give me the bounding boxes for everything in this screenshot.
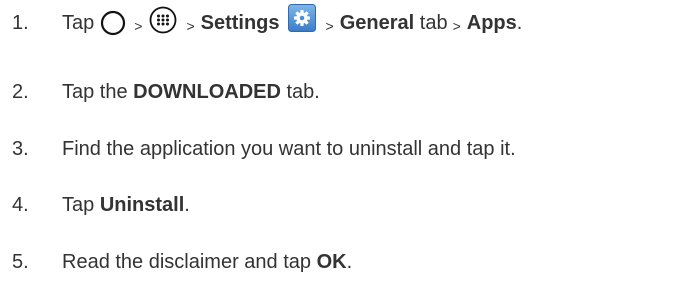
separator: > [186, 18, 195, 34]
period: . [516, 12, 523, 34]
settings-gear-icon [287, 4, 316, 32]
downloaded-tab-label: DOWNLOADED [133, 81, 281, 103]
step-text: Tap > > Settings > General tab > Apps . [62, 4, 523, 38]
step-text: Tap the DOWNLOADED tab. [62, 80, 320, 104]
step-text: Read the disclaimer and tap OK . [62, 250, 352, 274]
apps-launcher-icon [148, 5, 178, 35]
step-text-pre: Tap the [62, 81, 134, 103]
home-button-icon [100, 10, 126, 36]
apps-label: Apps [466, 12, 517, 34]
general-label: General [339, 12, 415, 34]
step-text-post: tab. [280, 81, 320, 103]
tab-word: tab [419, 12, 448, 34]
ok-label: OK [316, 251, 347, 273]
step-number: 1. [12, 12, 29, 34]
step-text-pre: Read the disclaimer and tap [62, 251, 317, 273]
step-number: 3. [12, 138, 29, 160]
separator: > [452, 18, 461, 34]
separator: > [325, 18, 334, 34]
step-text: Find the application you want to uninsta… [62, 138, 516, 160]
step-number: 2. [12, 81, 29, 103]
separator: > [134, 18, 143, 34]
instruction-steps: 1. Tap > > Settings > General tab > Apps… [0, 0, 681, 300]
step-text-post: . [184, 194, 190, 216]
step-number: 5. [12, 251, 29, 273]
settings-label: Settings [200, 12, 280, 34]
step-text: Tap Uninstall . [62, 193, 190, 217]
step-number: 4. [12, 194, 29, 216]
step-text-post: . [346, 251, 353, 273]
tap-label: Tap [62, 12, 95, 34]
step-text-pre: Tap [62, 194, 100, 216]
uninstall-label: Uninstall [99, 194, 185, 216]
